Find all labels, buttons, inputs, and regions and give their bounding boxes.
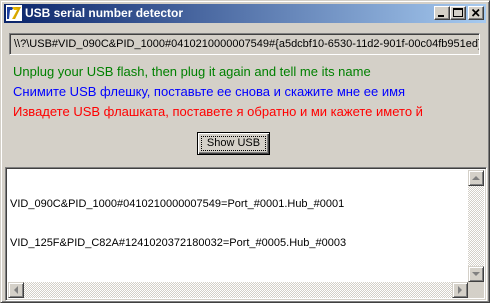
close-icon bbox=[471, 8, 480, 17]
window-title: USB serial number detector bbox=[25, 6, 184, 20]
scroll-up-button[interactable] bbox=[468, 170, 484, 186]
scroll-down-button[interactable] bbox=[468, 266, 484, 282]
app-icon bbox=[6, 5, 22, 21]
maximize-button[interactable] bbox=[450, 6, 466, 20]
result-line: VID_125F&PID_C82A#1241020372180032=Port_… bbox=[10, 237, 347, 249]
close-button[interactable] bbox=[468, 6, 484, 20]
device-path-field[interactable]: \\?\USB#VID_090C&PID_1000#04102100000075… bbox=[9, 33, 480, 55]
scroll-right-button[interactable] bbox=[452, 282, 468, 298]
arrow-right-icon bbox=[458, 286, 462, 294]
maximize-icon bbox=[453, 8, 463, 17]
device-path-value[interactable]: \\?\USB#VID_090C&PID_1000#04102100000075… bbox=[14, 37, 479, 51]
results-memo[interactable]: VID_090C&PID_1000#0410210000007549=Port_… bbox=[5, 167, 487, 301]
instruction-russian: Снимите USB флешку, поставьте ее снова и… bbox=[13, 84, 406, 99]
focus-rect bbox=[201, 136, 266, 151]
instruction-bulgarian: Извадете USB флашката, поставете я обрат… bbox=[13, 104, 423, 119]
arrow-down-icon bbox=[472, 272, 480, 276]
vertical-scrollbar[interactable] bbox=[468, 170, 484, 282]
minimize-icon bbox=[438, 15, 444, 17]
arrow-up-icon bbox=[472, 176, 480, 180]
result-line: VID_090C&PID_1000#0410210000007549=Port_… bbox=[10, 198, 345, 210]
title-bar[interactable]: USB serial number detector bbox=[4, 4, 486, 23]
horizontal-scrollbar[interactable] bbox=[8, 282, 468, 298]
instruction-english: Unplug your USB flash, then plug it agai… bbox=[13, 64, 371, 79]
minimize-button[interactable] bbox=[434, 6, 450, 20]
show-usb-button[interactable]: Show USB bbox=[197, 132, 270, 155]
results-lines: VID_090C&PID_1000#0410210000007549=Port_… bbox=[10, 172, 346, 276]
arrow-left-icon bbox=[14, 286, 18, 294]
scroll-left-button[interactable] bbox=[8, 282, 24, 298]
size-grip bbox=[468, 282, 484, 298]
app-window: USB serial number detector \\?\USB#VID_0… bbox=[0, 0, 490, 303]
